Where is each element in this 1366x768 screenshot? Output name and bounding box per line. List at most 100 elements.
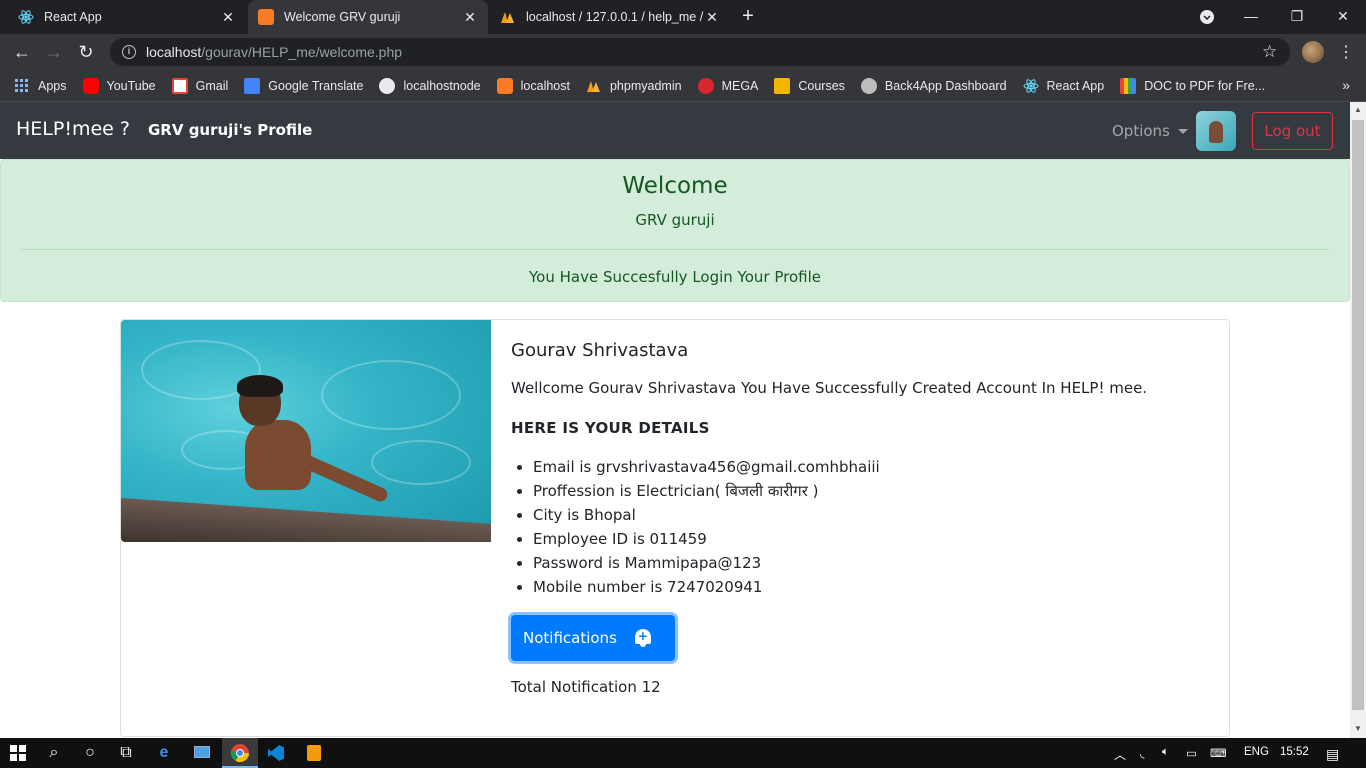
- clock[interactable]: 15:52: [1280, 746, 1309, 758]
- bookmark-label: DOC to PDF for Fre...: [1144, 78, 1266, 93]
- notifications-label: Notifications: [523, 629, 617, 647]
- bookmark-localhost[interactable]: localhost: [496, 77, 570, 94]
- minimize-icon[interactable]: —: [1228, 0, 1274, 34]
- bookmark-phpmyadmin[interactable]: phpmyadmin: [586, 78, 682, 94]
- edge-icon[interactable]: e: [154, 743, 174, 763]
- profile-name: Gourav Shrivastava: [511, 340, 689, 361]
- reload-icon[interactable]: ↻: [74, 40, 98, 64]
- alert-username: GRV guruji: [635, 211, 715, 229]
- detail-employee-id: Employee ID is 011459: [533, 527, 1211, 551]
- total-notification: Total Notification 12: [511, 678, 661, 696]
- bookmark-label: Google Translate: [268, 78, 364, 93]
- bookmark-google-translate[interactable]: Google Translate: [244, 77, 364, 94]
- sublime-icon[interactable]: [304, 743, 324, 763]
- detail-email: Email is grvshrivastava456@gmail.comhbha…: [533, 455, 1211, 479]
- react-icon: [1023, 78, 1039, 94]
- detail-city: City is Bhopal: [533, 503, 1211, 527]
- phpmyadmin-icon: [500, 9, 516, 25]
- options-dropdown[interactable]: Options: [1112, 122, 1188, 140]
- info-icon[interactable]: i: [122, 45, 136, 59]
- bookmark-youtube[interactable]: YouTube: [82, 77, 156, 94]
- profile-menu-icon[interactable]: [1184, 0, 1230, 34]
- welcome-alert: Welcome GRV guruji You Have Succesfully …: [0, 159, 1350, 302]
- profile-avatar-icon[interactable]: [1302, 41, 1324, 63]
- bookmark-label: MEGA: [721, 78, 759, 93]
- url-text: localhost/gourav/HELP_me/welcome.php: [146, 44, 403, 60]
- gmail-icon: [171, 77, 188, 94]
- forward-icon[interactable]: →: [42, 40, 66, 64]
- alert-heading: Welcome: [622, 173, 728, 199]
- back-icon[interactable]: ←: [10, 40, 34, 64]
- tray-chevron-icon[interactable]: ︿: [1114, 746, 1126, 763]
- bookmark-localhostnode[interactable]: localhostnode: [379, 77, 481, 94]
- bookmark-label: localhostnode: [403, 78, 481, 93]
- close-tab-icon[interactable]: ✕: [704, 9, 720, 26]
- scroll-down-icon[interactable]: ▼: [1353, 724, 1363, 734]
- windows-taskbar: ⌕ ○ ⧉ e ︿ ◟ 🔈︎ ▭ ⌨ ENG 15:52 ▤: [0, 738, 1366, 768]
- language-indicator[interactable]: ENG: [1244, 746, 1269, 758]
- user-avatar[interactable]: [1196, 111, 1236, 151]
- volume-icon[interactable]: 🔈︎: [1162, 746, 1169, 759]
- scrollbar-thumb[interactable]: [1352, 120, 1364, 710]
- tab-phpmyadmin[interactable]: localhost / 127.0.0.1 / help_me / I ✕: [490, 0, 730, 34]
- xampp-icon: [258, 9, 274, 25]
- brand-link[interactable]: HELP!mee ?: [16, 118, 130, 140]
- close-tab-icon[interactable]: ✕: [220, 9, 236, 26]
- tab-title: localhost / 127.0.0.1 / help_me / I: [526, 10, 704, 24]
- profile-link[interactable]: GRV guruji's Profile: [148, 121, 312, 139]
- profile-card: Gourav Shrivastava Wellcome Gourav Shriv…: [120, 319, 1230, 737]
- back4app-icon: [860, 77, 877, 94]
- notifications-button[interactable]: Notifications +: [511, 615, 675, 661]
- wifi-icon[interactable]: ◟: [1140, 746, 1144, 760]
- bookmark-mega[interactable]: MEGA: [697, 77, 759, 94]
- youtube-icon: [82, 77, 99, 94]
- bookmark-react-app[interactable]: React App: [1023, 78, 1105, 94]
- avatar-figure: [1209, 121, 1223, 143]
- courses-icon: [774, 77, 791, 94]
- bookmark-label: React App: [1046, 78, 1105, 93]
- screen: React App ✕ Welcome GRV guruji ✕ localho…: [0, 0, 1366, 768]
- bookmark-gmail[interactable]: Gmail: [171, 77, 228, 94]
- detail-password: Password is Mammipapa@123: [533, 551, 1211, 575]
- address-bar[interactable]: i localhost/gourav/HELP_me/welcome.php: [110, 38, 1290, 66]
- new-tab-icon[interactable]: +: [737, 5, 759, 27]
- scroll-up-icon[interactable]: ▲: [1353, 105, 1363, 115]
- keyboard-icon[interactable]: ⌨: [1210, 746, 1227, 760]
- tab-title: Welcome GRV guruji: [284, 10, 401, 24]
- details-list: Email is grvshrivastava456@gmail.comhbha…: [511, 455, 1211, 599]
- bookmark-back4app[interactable]: Back4App Dashboard: [860, 77, 1007, 94]
- close-window-icon[interactable]: ✕: [1320, 0, 1366, 34]
- alert-divider: [21, 249, 1329, 250]
- tab-welcome[interactable]: Welcome GRV guruji ✕: [248, 0, 488, 34]
- chrome-taskbar-button[interactable]: [222, 738, 258, 768]
- logout-button[interactable]: Log out: [1252, 112, 1333, 150]
- web-page: HELP!mee ? GRV guruji's Profile Options …: [0, 102, 1350, 738]
- more-menu-icon[interactable]: ⋮: [1338, 42, 1354, 62]
- bookmark-apps[interactable]: Apps: [14, 78, 67, 94]
- page-scrollbar[interactable]: ▲ ▼: [1350, 102, 1366, 738]
- bookmark-label: Back4App Dashboard: [884, 78, 1007, 93]
- bookmarks-overflow-icon[interactable]: »: [1342, 77, 1350, 93]
- globe-icon: [379, 77, 396, 94]
- tab-title: React App: [44, 10, 102, 24]
- bookmark-courses[interactable]: Courses: [774, 77, 845, 94]
- close-tab-icon[interactable]: ✕: [462, 9, 478, 26]
- windows-start-icon[interactable]: [8, 743, 28, 763]
- battery-icon[interactable]: ▭: [1186, 746, 1197, 760]
- bookmark-doc-to-pdf[interactable]: DOC to PDF for Fre...: [1120, 77, 1266, 94]
- options-label: Options: [1112, 122, 1170, 140]
- cortana-icon[interactable]: ○: [80, 743, 100, 763]
- bookmark-star-icon[interactable]: ☆: [1262, 42, 1277, 62]
- detail-profession: Proffession is Electrician( बिजली कारीगर…: [533, 479, 1211, 503]
- tab-react-app[interactable]: React App ✕: [8, 0, 246, 34]
- bookmark-label: Courses: [798, 78, 845, 93]
- browser-toolbar: ← → ↻ i localhost/gourav/HELP_me/welcome…: [0, 34, 1366, 70]
- translate-icon: [244, 77, 261, 94]
- alert-message: You Have Succesfully Login Your Profile: [529, 268, 821, 286]
- maximize-icon[interactable]: ❐: [1274, 0, 1320, 34]
- vscode-icon[interactable]: [266, 743, 286, 763]
- desktop-icon[interactable]: [192, 743, 212, 763]
- task-view-icon[interactable]: ⧉: [116, 743, 136, 763]
- search-icon[interactable]: ⌕: [44, 743, 64, 763]
- notification-center-icon[interactable]: ▤: [1326, 746, 1339, 763]
